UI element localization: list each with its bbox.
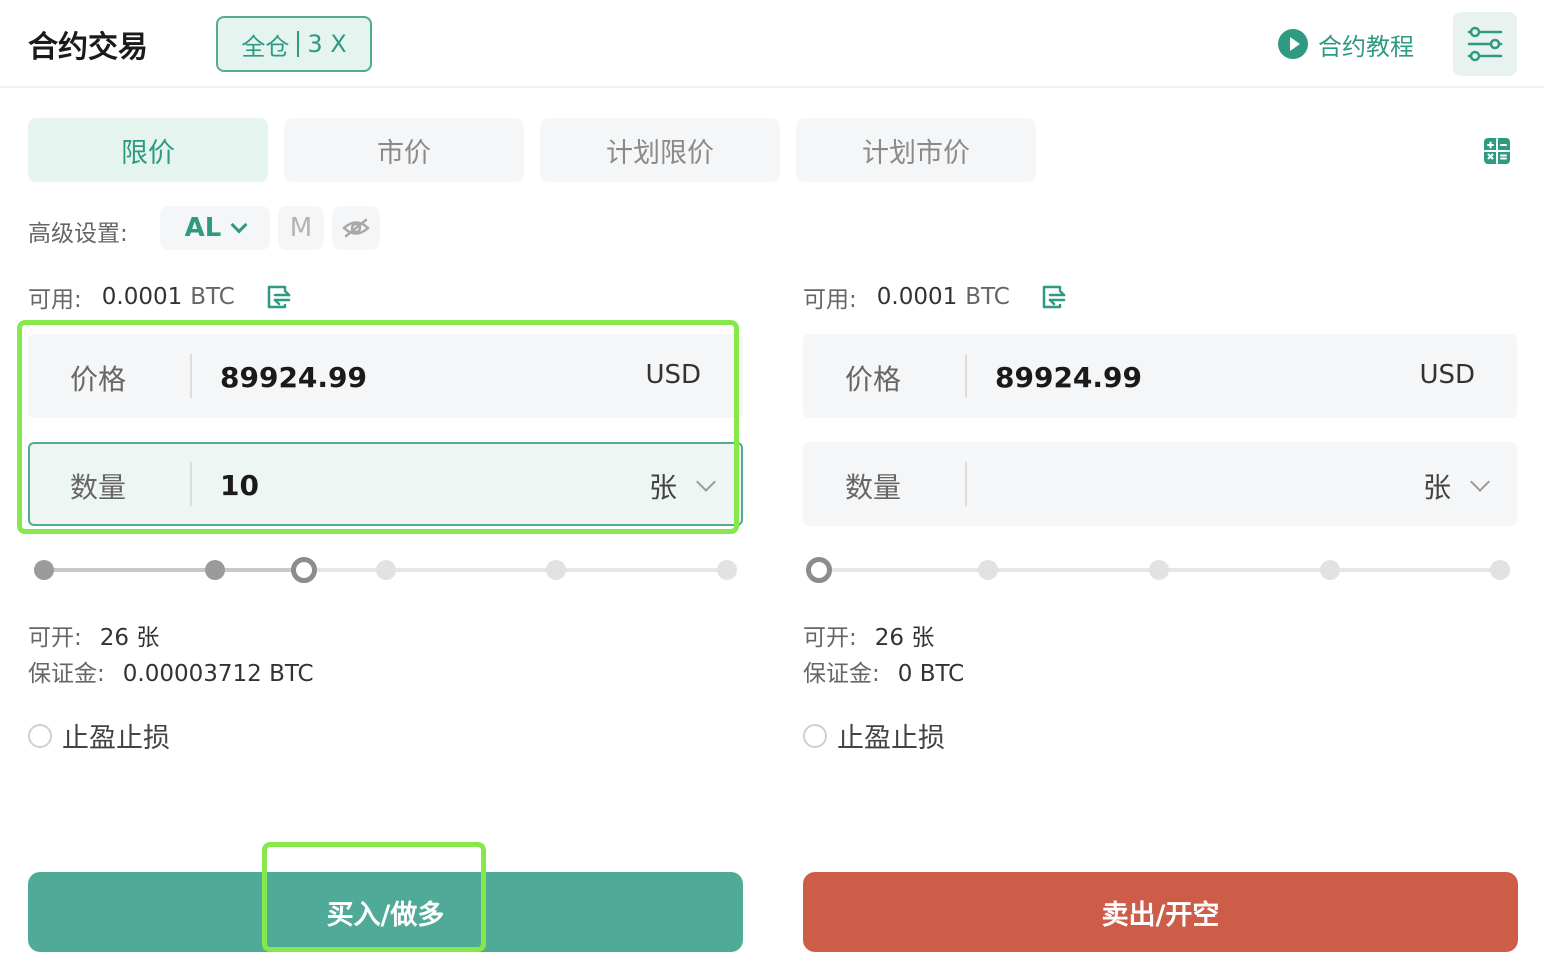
field-divider <box>965 354 967 398</box>
play-icon <box>1278 29 1308 59</box>
advanced-settings-label: 高级设置: <box>28 221 128 247</box>
slider-step-50[interactable] <box>1149 560 1169 580</box>
sell-quantity-field[interactable]: 数量 张 <box>803 442 1517 526</box>
tab-plan-market[interactable]: 计划市价 <box>796 118 1036 182</box>
margin-mode-label: 全仓 <box>241 32 290 61</box>
price-unit: USD <box>1419 360 1475 390</box>
available-label: 可用: <box>28 287 82 313</box>
slider-step-0[interactable] <box>34 560 54 580</box>
quantity-unit-dropdown[interactable]: 张 <box>648 466 716 506</box>
sell-tpsl-option[interactable]: 止盈止损 <box>803 716 945 755</box>
slider-step-75[interactable] <box>546 560 566 580</box>
transfer-icon[interactable] <box>265 283 293 311</box>
tutorial-link[interactable]: 合约教程 <box>1278 28 1414 61</box>
calculator-icon[interactable] <box>1483 137 1511 165</box>
price-label: 价格 <box>70 363 127 396</box>
hide-toggle[interactable] <box>332 206 380 250</box>
tutorial-label: 合约教程 <box>1318 32 1414 61</box>
price-input[interactable]: 89924.99 <box>220 361 367 394</box>
quantity-label: 数量 <box>845 471 902 504</box>
sell-quantity-slider[interactable] <box>806 557 1511 583</box>
tpsl-label: 止盈止损 <box>837 723 945 754</box>
quantity-input[interactable]: 10 <box>220 469 259 502</box>
field-divider <box>190 354 192 398</box>
quantity-unit: 张 <box>648 471 677 504</box>
slider-step-25[interactable] <box>978 560 998 580</box>
slider-fill <box>44 568 304 572</box>
m-toggle[interactable]: M <box>278 206 324 250</box>
tab-market[interactable]: 市价 <box>284 118 524 182</box>
buy-available: 可用: 0.0001 BTC <box>28 280 293 314</box>
available-unit: BTC <box>965 284 1010 310</box>
margin-value: 0.00003712 BTC <box>122 661 314 687</box>
chip-divider <box>297 31 300 57</box>
price-unit: USD <box>645 360 701 390</box>
available-label: 可用: <box>803 287 857 313</box>
available-value: 0.0001 <box>876 284 958 310</box>
margin-mode-leverage-button[interactable]: 全仓 3 X <box>216 16 372 72</box>
margin-label: 保证金: <box>803 661 880 687</box>
buy-openable: 可开: 26 张 <box>28 618 159 652</box>
slider-step-100[interactable] <box>717 560 737 580</box>
openable-label: 可开: <box>803 625 857 651</box>
chevron-down-icon <box>1470 472 1490 492</box>
transfer-icon[interactable] <box>1040 283 1068 311</box>
chevron-down-icon <box>696 472 716 492</box>
sell-short-button[interactable]: 卖出/开空 <box>803 872 1518 952</box>
quantity-label: 数量 <box>70 471 127 504</box>
header: 合约交易 全仓 3 X 合约教程 <box>0 0 1544 88</box>
sell-available: 可用: 0.0001 BTC <box>803 280 1068 314</box>
sell-openable: 可开: 26 张 <box>803 618 934 652</box>
margin-label: 保证金: <box>28 661 105 687</box>
eye-off-icon <box>342 218 370 238</box>
tab-plan-limit[interactable]: 计划限价 <box>540 118 780 182</box>
available-value: 0.0001 <box>101 284 183 310</box>
slider-handle[interactable] <box>806 557 832 583</box>
settings-button[interactable] <box>1453 12 1517 76</box>
price-input[interactable]: 89924.99 <box>995 361 1142 394</box>
field-divider <box>190 462 192 506</box>
slider-handle[interactable] <box>291 557 317 583</box>
tpsl-label: 止盈止损 <box>62 723 170 754</box>
tpsl-radio[interactable] <box>803 723 827 748</box>
quantity-unit-dropdown[interactable]: 张 <box>1422 466 1490 506</box>
buy-long-button[interactable]: 买入/做多 <box>28 872 743 952</box>
sell-margin: 保证金: 0 BTC <box>803 654 964 688</box>
slider-step-75[interactable] <box>1320 560 1340 580</box>
price-label: 价格 <box>845 363 902 396</box>
buy-price-field[interactable]: 价格 89924.99 USD <box>28 334 743 418</box>
settings-sliders-icon <box>1467 26 1503 62</box>
buy-margin: 保证金: 0.00003712 BTC <box>28 654 314 688</box>
openable-value: 26 张 <box>874 625 935 651</box>
buy-quantity-slider[interactable] <box>34 557 738 583</box>
slider-step-100[interactable] <box>1490 560 1510 580</box>
tpsl-radio[interactable] <box>28 723 52 748</box>
chevron-down-icon <box>230 216 248 234</box>
al-label: AL <box>184 213 222 243</box>
margin-value: 0 BTC <box>897 661 965 687</box>
buy-quantity-field[interactable]: 数量 10 张 <box>28 442 743 526</box>
openable-label: 可开: <box>28 625 82 651</box>
al-dropdown[interactable]: AL <box>160 206 270 250</box>
quantity-unit: 张 <box>1422 471 1451 504</box>
buy-tpsl-option[interactable]: 止盈止损 <box>28 716 170 755</box>
leverage-label: 3 X <box>307 30 347 58</box>
tab-limit[interactable]: 限价 <box>28 118 268 182</box>
slider-step-50[interactable] <box>376 560 396 580</box>
field-divider <box>965 462 967 506</box>
sell-price-field[interactable]: 价格 89924.99 USD <box>803 334 1517 418</box>
page-title: 合约交易 <box>28 30 148 65</box>
slider-step-25[interactable] <box>205 560 225 580</box>
available-unit: BTC <box>190 284 235 310</box>
openable-value: 26 张 <box>99 625 160 651</box>
